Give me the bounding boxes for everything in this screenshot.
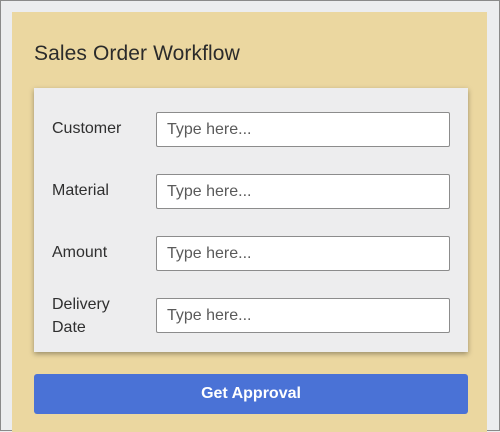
customer-label: Customer	[52, 120, 122, 137]
workflow-panel: Sales Order Workflow Customer Material A…	[12, 12, 487, 432]
material-row: Material	[34, 172, 468, 212]
delivery-date-row: Delivery Date	[34, 296, 468, 336]
material-input[interactable]	[156, 174, 450, 209]
amount-row: Amount	[34, 234, 468, 274]
customer-row: Customer	[34, 110, 468, 150]
material-label: Material	[52, 182, 109, 199]
customer-input[interactable]	[156, 112, 450, 147]
get-approval-button[interactable]: Get Approval	[34, 374, 468, 414]
page-title: Sales Order Workflow	[34, 42, 240, 65]
delivery-date-label: Delivery Date	[52, 296, 110, 336]
sales-order-form: Customer Material Amount Delivery Date	[34, 88, 468, 352]
amount-input[interactable]	[156, 236, 450, 271]
delivery-date-input[interactable]	[156, 298, 450, 333]
window-frame: Sales Order Workflow Customer Material A…	[0, 0, 500, 432]
amount-label: Amount	[52, 244, 108, 261]
